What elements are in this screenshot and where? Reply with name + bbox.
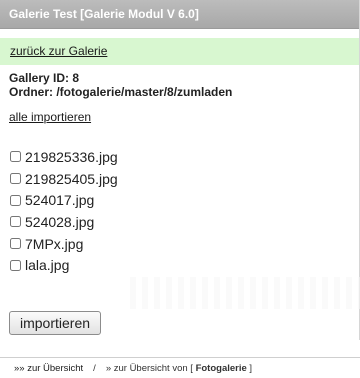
file-name: 524017.jpg — [25, 192, 95, 209]
import-all-link[interactable]: alle importieren — [9, 110, 91, 124]
overview-of-name: Fotogalerie — [195, 362, 247, 374]
file-item: lala.jpg — [10, 254, 359, 276]
folder-path-text: Ordner: /fotogalerie/master/8/zumladen — [9, 85, 233, 99]
file-item: 219825405.jpg — [10, 168, 359, 190]
file-checkbox[interactable] — [10, 151, 21, 163]
file-checkbox[interactable] — [10, 238, 21, 250]
file-name: 7MPx.jpg — [25, 235, 84, 252]
import-button[interactable]: importieren — [9, 311, 102, 335]
file-checkbox[interactable] — [10, 259, 21, 271]
file-list: 219825336.jpg 219825405.jpg 524017.jpg 5… — [0, 146, 359, 276]
overview-link[interactable]: »» zur Übersicht — [14, 363, 83, 374]
file-name: 524028.jpg — [25, 213, 95, 230]
file-name: lala.jpg — [25, 257, 70, 274]
import-all-row: alle importieren — [0, 99, 359, 124]
file-checkbox[interactable] — [10, 194, 21, 206]
file-name: 219825336.jpg — [25, 148, 118, 165]
gallery-id-text: Gallery ID: 8 — [9, 71, 80, 85]
footer-separator: / — [93, 362, 96, 374]
footer-nav: »» zur Übersicht / » zur Übersicht von [… — [0, 357, 360, 378]
back-to-gallery-link[interactable]: zurück zur Galerie — [10, 44, 107, 58]
file-checkbox[interactable] — [10, 173, 21, 185]
file-item: 7MPx.jpg — [10, 233, 359, 255]
gallery-info: Gallery ID: 8 Ordner: /fotogalerie/maste… — [0, 65, 359, 99]
overview-of-suffix: ] — [249, 362, 253, 374]
overview-of-prefix: » zur Übersicht von [ — [105, 362, 193, 374]
back-bar: zurück zur Galerie — [0, 38, 359, 65]
file-checkbox[interactable] — [10, 216, 21, 228]
file-item: 524028.jpg — [10, 211, 359, 233]
overview-of-link[interactable]: » zur Übersicht von [ Fotogalerie ] — [106, 363, 252, 374]
gallery-panel: Galerie Test [Galerie Modul V 6.0] zurüc… — [0, 0, 360, 340]
file-item: 219825336.jpg — [10, 146, 359, 168]
background-pattern — [130, 277, 360, 309]
file-item: 524017.jpg — [10, 189, 359, 211]
file-name: 219825405.jpg — [25, 170, 118, 187]
panel-title: Galerie Test [Galerie Modul V 6.0] — [0, 0, 359, 29]
